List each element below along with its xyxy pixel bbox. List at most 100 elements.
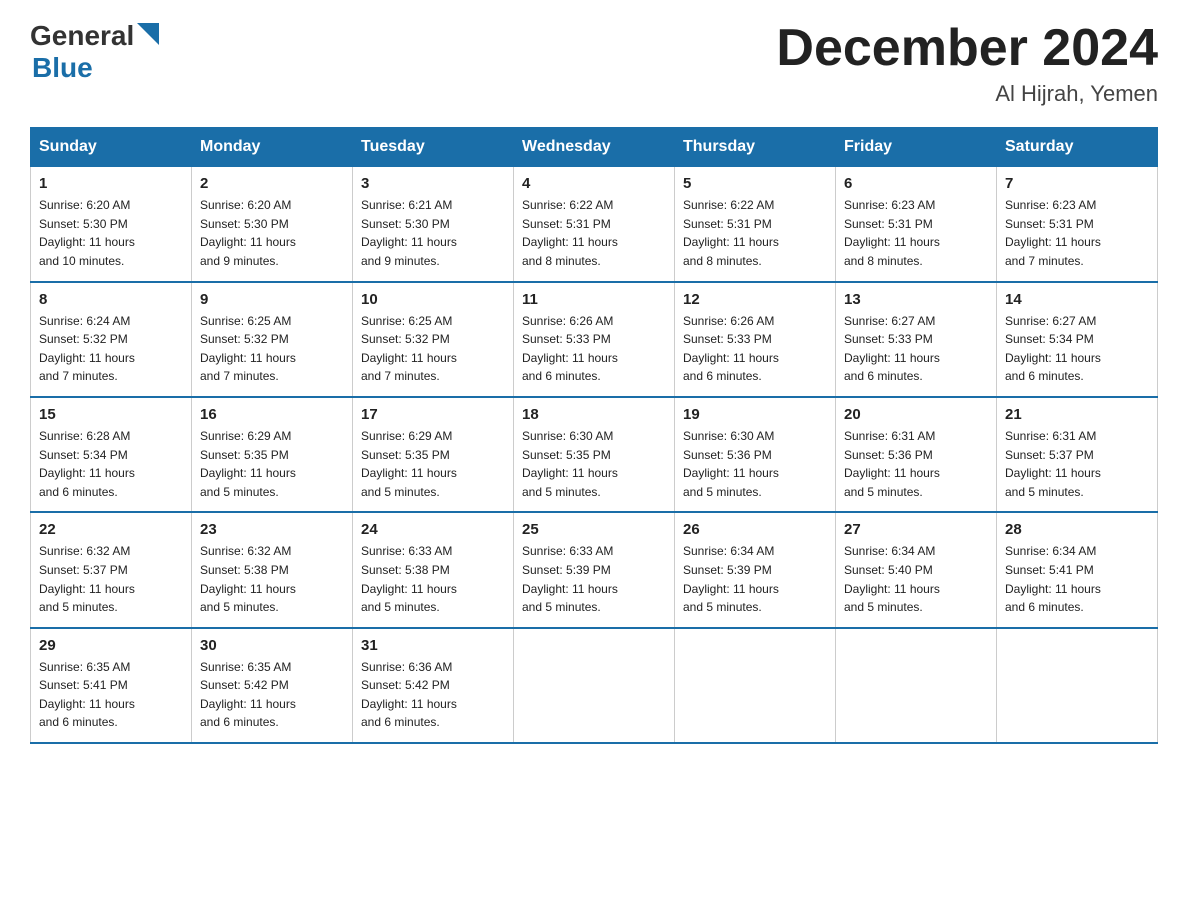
day-number: 20 (844, 406, 988, 423)
day-info: Sunrise: 6:31 AMSunset: 5:36 PMDaylight:… (844, 427, 988, 501)
calendar-week-row: 29 Sunrise: 6:35 AMSunset: 5:41 PMDaylig… (31, 628, 1158, 743)
day-number: 17 (361, 406, 505, 423)
calendar-header-row: Sunday Monday Tuesday Wednesday Thursday… (31, 128, 1158, 167)
col-tuesday: Tuesday (353, 128, 514, 167)
calendar-day-cell: 2 Sunrise: 6:20 AMSunset: 5:30 PMDayligh… (192, 167, 353, 282)
calendar-week-row: 1 Sunrise: 6:20 AMSunset: 5:30 PMDayligh… (31, 167, 1158, 282)
day-number: 11 (522, 291, 666, 308)
day-number: 22 (39, 521, 183, 538)
day-info: Sunrise: 6:32 AMSunset: 5:38 PMDaylight:… (200, 542, 344, 616)
day-info: Sunrise: 6:29 AMSunset: 5:35 PMDaylight:… (361, 427, 505, 501)
calendar-day-cell: 10 Sunrise: 6:25 AMSunset: 5:32 PMDaylig… (353, 282, 514, 397)
col-monday: Monday (192, 128, 353, 167)
calendar-day-cell: 6 Sunrise: 6:23 AMSunset: 5:31 PMDayligh… (836, 167, 997, 282)
calendar-day-cell (836, 628, 997, 743)
day-number: 28 (1005, 521, 1149, 538)
logo-arrow-icon (137, 23, 159, 45)
calendar-table: Sunday Monday Tuesday Wednesday Thursday… (30, 127, 1158, 744)
calendar-day-cell: 27 Sunrise: 6:34 AMSunset: 5:40 PMDaylig… (836, 512, 997, 627)
calendar-day-cell: 5 Sunrise: 6:22 AMSunset: 5:31 PMDayligh… (675, 167, 836, 282)
calendar-day-cell: 30 Sunrise: 6:35 AMSunset: 5:42 PMDaylig… (192, 628, 353, 743)
calendar-day-cell: 14 Sunrise: 6:27 AMSunset: 5:34 PMDaylig… (997, 282, 1158, 397)
day-info: Sunrise: 6:25 AMSunset: 5:32 PMDaylight:… (200, 312, 344, 386)
day-info: Sunrise: 6:26 AMSunset: 5:33 PMDaylight:… (522, 312, 666, 386)
day-number: 10 (361, 291, 505, 308)
day-number: 30 (200, 637, 344, 654)
day-number: 1 (39, 175, 183, 192)
day-info: Sunrise: 6:33 AMSunset: 5:38 PMDaylight:… (361, 542, 505, 616)
day-number: 4 (522, 175, 666, 192)
calendar-day-cell: 20 Sunrise: 6:31 AMSunset: 5:36 PMDaylig… (836, 397, 997, 512)
day-number: 18 (522, 406, 666, 423)
calendar-day-cell: 29 Sunrise: 6:35 AMSunset: 5:41 PMDaylig… (31, 628, 192, 743)
calendar-day-cell (997, 628, 1158, 743)
day-info: Sunrise: 6:26 AMSunset: 5:33 PMDaylight:… (683, 312, 827, 386)
day-number: 7 (1005, 175, 1149, 192)
day-info: Sunrise: 6:34 AMSunset: 5:41 PMDaylight:… (1005, 542, 1149, 616)
calendar-week-row: 8 Sunrise: 6:24 AMSunset: 5:32 PMDayligh… (31, 282, 1158, 397)
day-info: Sunrise: 6:23 AMSunset: 5:31 PMDaylight:… (1005, 196, 1149, 270)
day-number: 27 (844, 521, 988, 538)
day-info: Sunrise: 6:24 AMSunset: 5:32 PMDaylight:… (39, 312, 183, 386)
page-header: General Blue December 2024 Al Hijrah, Ye… (30, 20, 1158, 107)
day-info: Sunrise: 6:28 AMSunset: 5:34 PMDaylight:… (39, 427, 183, 501)
day-number: 13 (844, 291, 988, 308)
logo-general-text: General (30, 20, 134, 52)
calendar-day-cell: 4 Sunrise: 6:22 AMSunset: 5:31 PMDayligh… (514, 167, 675, 282)
day-number: 5 (683, 175, 827, 192)
day-info: Sunrise: 6:30 AMSunset: 5:36 PMDaylight:… (683, 427, 827, 501)
calendar-day-cell: 9 Sunrise: 6:25 AMSunset: 5:32 PMDayligh… (192, 282, 353, 397)
calendar-day-cell (675, 628, 836, 743)
logo-blue-text: Blue (32, 52, 159, 84)
calendar-day-cell: 8 Sunrise: 6:24 AMSunset: 5:32 PMDayligh… (31, 282, 192, 397)
calendar-day-cell: 13 Sunrise: 6:27 AMSunset: 5:33 PMDaylig… (836, 282, 997, 397)
day-number: 2 (200, 175, 344, 192)
day-number: 3 (361, 175, 505, 192)
day-info: Sunrise: 6:36 AMSunset: 5:42 PMDaylight:… (361, 658, 505, 732)
day-number: 15 (39, 406, 183, 423)
calendar-day-cell: 25 Sunrise: 6:33 AMSunset: 5:39 PMDaylig… (514, 512, 675, 627)
location-subtitle: Al Hijrah, Yemen (776, 81, 1158, 107)
calendar-day-cell: 3 Sunrise: 6:21 AMSunset: 5:30 PMDayligh… (353, 167, 514, 282)
calendar-day-cell: 12 Sunrise: 6:26 AMSunset: 5:33 PMDaylig… (675, 282, 836, 397)
day-number: 8 (39, 291, 183, 308)
day-number: 21 (1005, 406, 1149, 423)
day-number: 16 (200, 406, 344, 423)
day-number: 12 (683, 291, 827, 308)
day-info: Sunrise: 6:23 AMSunset: 5:31 PMDaylight:… (844, 196, 988, 270)
day-info: Sunrise: 6:31 AMSunset: 5:37 PMDaylight:… (1005, 427, 1149, 501)
calendar-week-row: 22 Sunrise: 6:32 AMSunset: 5:37 PMDaylig… (31, 512, 1158, 627)
day-number: 25 (522, 521, 666, 538)
day-number: 6 (844, 175, 988, 192)
calendar-day-cell: 16 Sunrise: 6:29 AMSunset: 5:35 PMDaylig… (192, 397, 353, 512)
calendar-day-cell: 23 Sunrise: 6:32 AMSunset: 5:38 PMDaylig… (192, 512, 353, 627)
calendar-day-cell: 19 Sunrise: 6:30 AMSunset: 5:36 PMDaylig… (675, 397, 836, 512)
calendar-day-cell: 21 Sunrise: 6:31 AMSunset: 5:37 PMDaylig… (997, 397, 1158, 512)
col-sunday: Sunday (31, 128, 192, 167)
day-info: Sunrise: 6:34 AMSunset: 5:39 PMDaylight:… (683, 542, 827, 616)
day-info: Sunrise: 6:35 AMSunset: 5:42 PMDaylight:… (200, 658, 344, 732)
day-info: Sunrise: 6:20 AMSunset: 5:30 PMDaylight:… (200, 196, 344, 270)
day-info: Sunrise: 6:20 AMSunset: 5:30 PMDaylight:… (39, 196, 183, 270)
day-number: 19 (683, 406, 827, 423)
day-number: 26 (683, 521, 827, 538)
calendar-day-cell (514, 628, 675, 743)
calendar-day-cell: 1 Sunrise: 6:20 AMSunset: 5:30 PMDayligh… (31, 167, 192, 282)
calendar-day-cell: 7 Sunrise: 6:23 AMSunset: 5:31 PMDayligh… (997, 167, 1158, 282)
day-number: 31 (361, 637, 505, 654)
calendar-week-row: 15 Sunrise: 6:28 AMSunset: 5:34 PMDaylig… (31, 397, 1158, 512)
col-friday: Friday (836, 128, 997, 167)
day-info: Sunrise: 6:32 AMSunset: 5:37 PMDaylight:… (39, 542, 183, 616)
col-wednesday: Wednesday (514, 128, 675, 167)
calendar-day-cell: 26 Sunrise: 6:34 AMSunset: 5:39 PMDaylig… (675, 512, 836, 627)
calendar-day-cell: 22 Sunrise: 6:32 AMSunset: 5:37 PMDaylig… (31, 512, 192, 627)
day-number: 9 (200, 291, 344, 308)
col-thursday: Thursday (675, 128, 836, 167)
col-saturday: Saturday (997, 128, 1158, 167)
title-block: December 2024 Al Hijrah, Yemen (776, 20, 1158, 107)
day-info: Sunrise: 6:25 AMSunset: 5:32 PMDaylight:… (361, 312, 505, 386)
calendar-day-cell: 28 Sunrise: 6:34 AMSunset: 5:41 PMDaylig… (997, 512, 1158, 627)
day-number: 24 (361, 521, 505, 538)
day-info: Sunrise: 6:21 AMSunset: 5:30 PMDaylight:… (361, 196, 505, 270)
day-number: 29 (39, 637, 183, 654)
